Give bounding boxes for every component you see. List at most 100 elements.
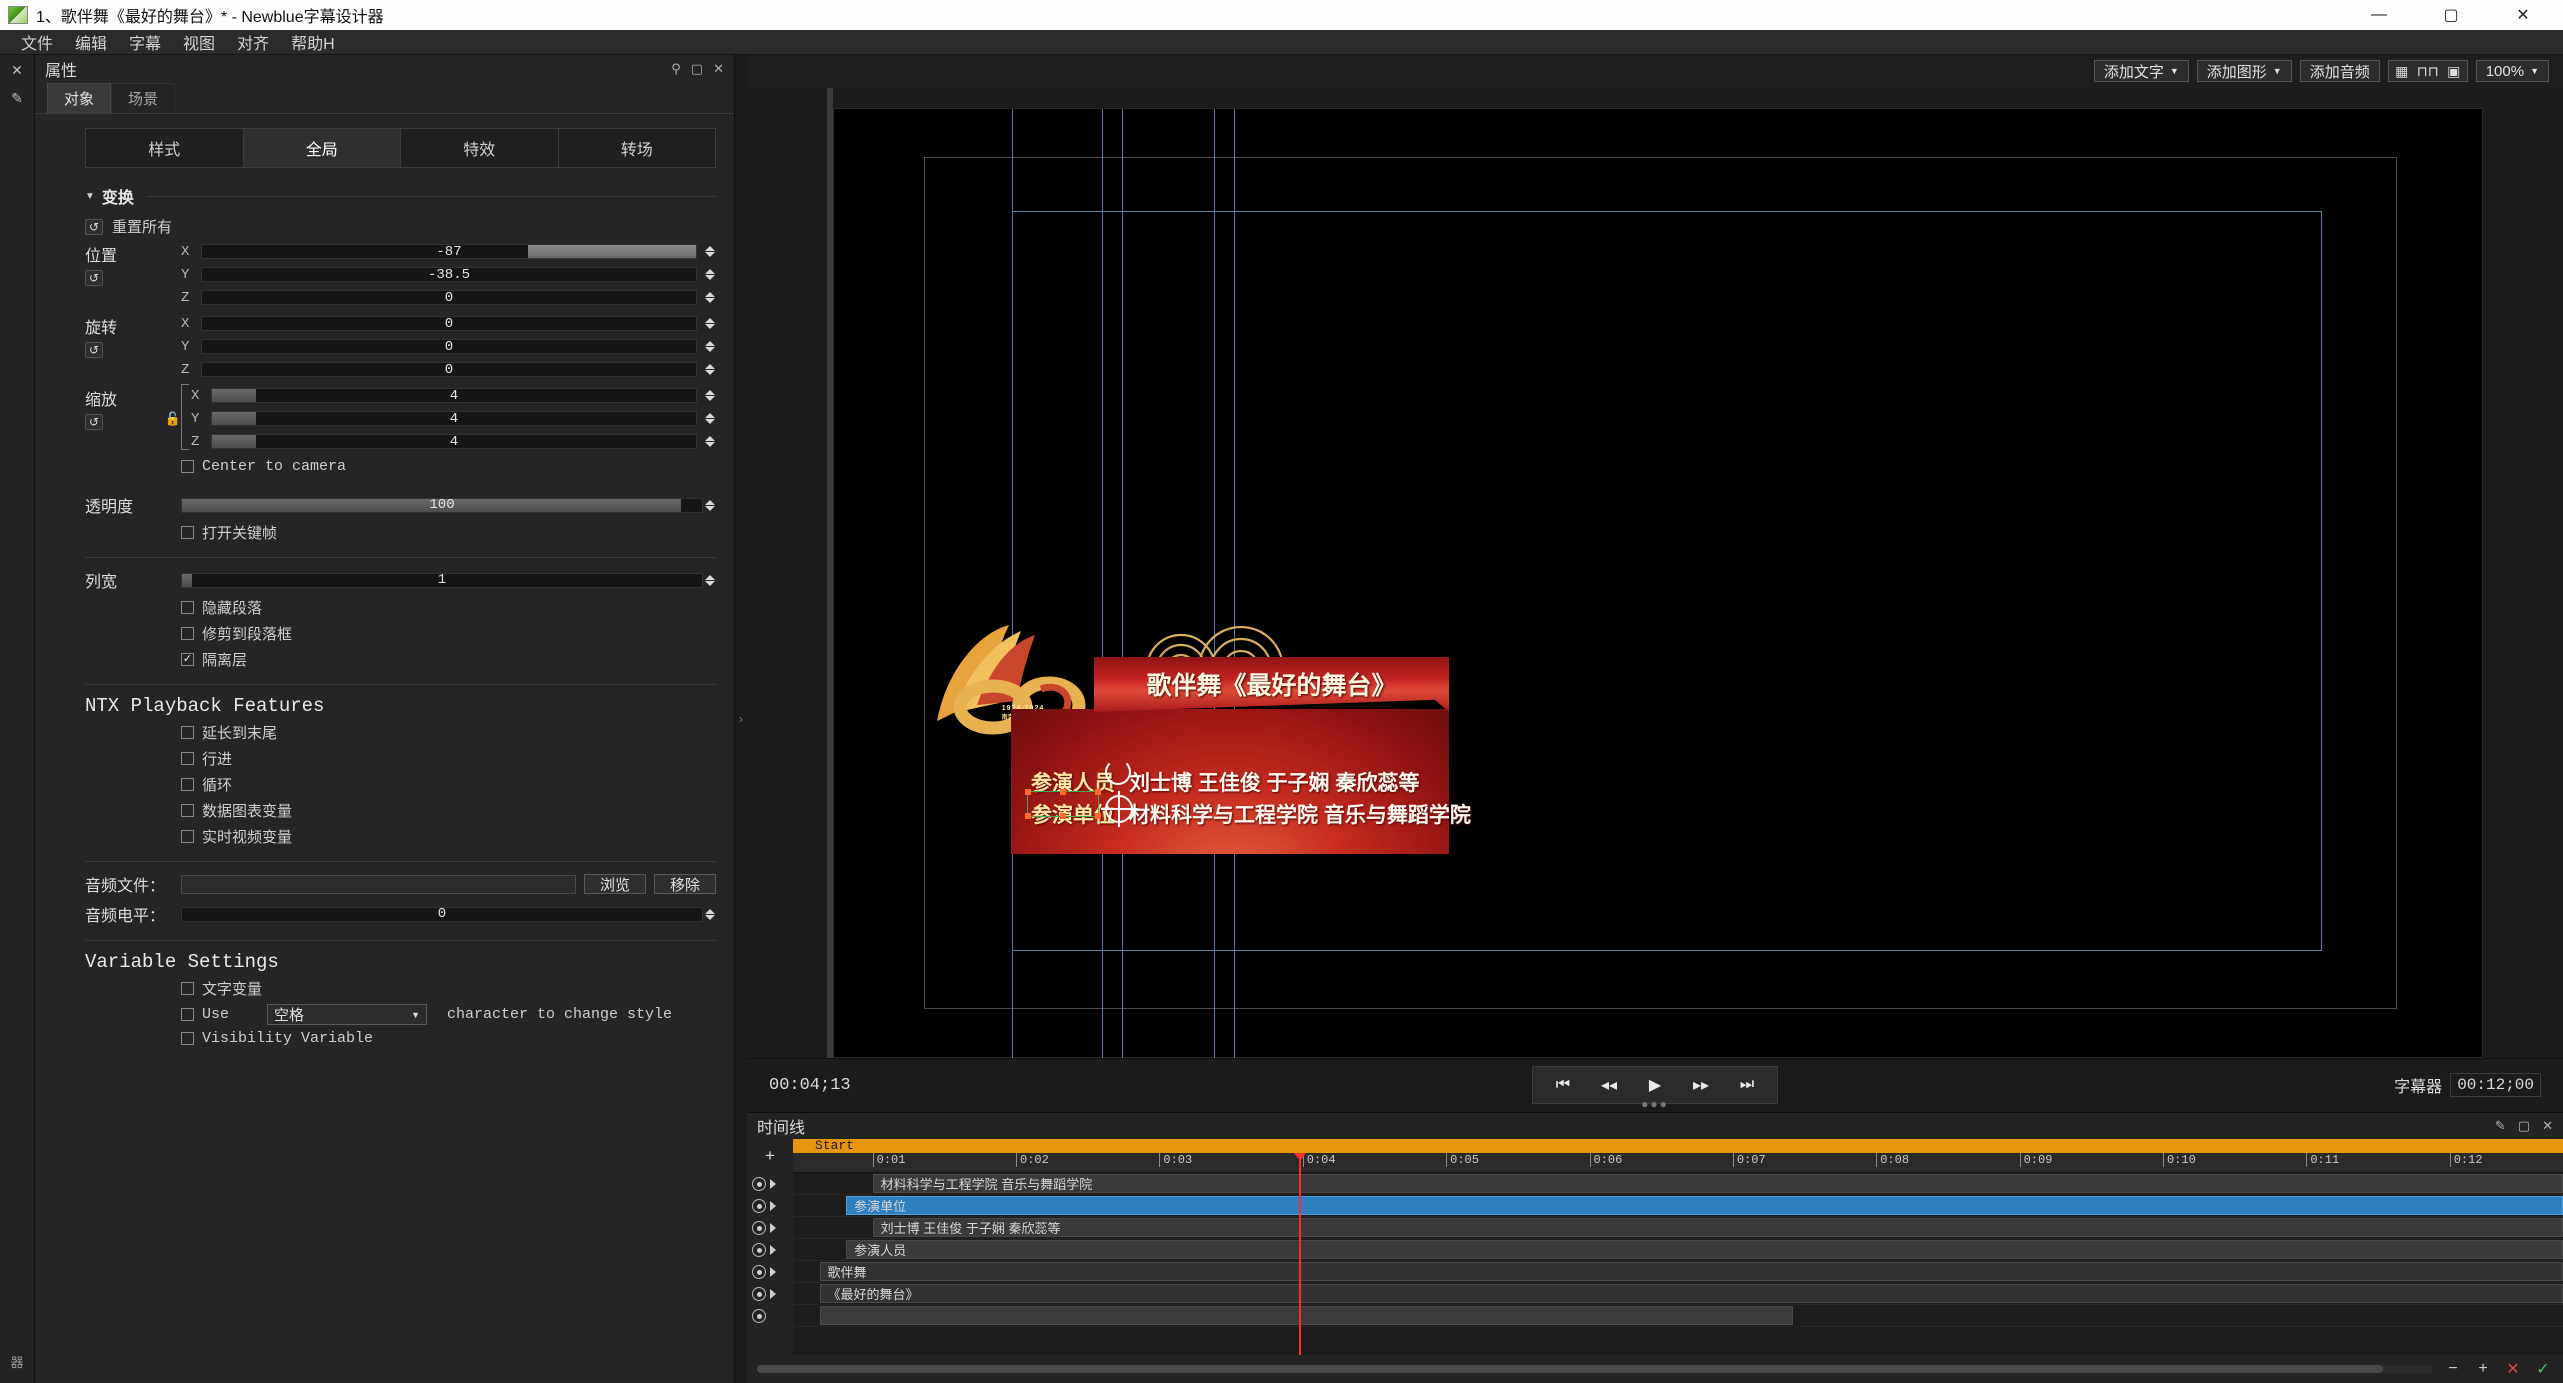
isolate-layer-row[interactable]: ✓ 隔离层 [85, 649, 716, 670]
column-width-stepper[interactable] [703, 574, 716, 586]
reset-all-row[interactable]: ↺ 重置所有 [85, 216, 716, 237]
hide-paragraph-row[interactable]: 隐藏段落 [85, 597, 716, 618]
table-row[interactable]: 刘士博 王佳俊 于子娴 秦欣蕊等 [793, 1217, 2563, 1240]
center-to-camera-row[interactable]: Center to camera [85, 458, 716, 475]
scale-y-slider[interactable]: 4 [211, 411, 697, 427]
duration-value[interactable]: 00:12;00 [2450, 1073, 2541, 1098]
ntx-datachart-checkbox[interactable] [181, 804, 194, 817]
clip-layer-1[interactable]: 材料科学与工程学院 音乐与舞蹈学院 [872, 1174, 2563, 1194]
panel-close-icon[interactable]: ✕ [713, 61, 724, 77]
rail-pin-icon[interactable]: ✎ [11, 91, 23, 105]
scale-x-stepper[interactable] [703, 390, 716, 401]
text-variable-row[interactable]: 文字变量 [85, 978, 716, 999]
table-row[interactable]: 参演人员 [793, 1239, 2563, 1262]
clip-layer-5[interactable]: 歌伴舞 [819, 1262, 2563, 1282]
ntx-march-checkbox[interactable] [181, 752, 194, 765]
add-shape-button[interactable]: 添加图形 ▼ [2196, 60, 2292, 83]
float-icon[interactable]: ▢ [691, 61, 703, 77]
lower-third-graphic[interactable]: 1974-2024 南京大学50周年 [929, 609, 1471, 859]
panel-splitter[interactable]: › [735, 55, 747, 1383]
rotation-y-slider[interactable]: 0 [201, 339, 697, 355]
clip-audio-track[interactable] [819, 1306, 1794, 1326]
start-marker-bar[interactable]: Start [793, 1138, 2563, 1154]
opacity-keyframe-checkbox[interactable] [181, 526, 194, 539]
ntx-loop-row[interactable]: 循环 [85, 774, 716, 795]
wave-icon[interactable]: ⊓⊓ [2415, 61, 2441, 81]
eye-icon[interactable] [752, 1221, 766, 1236]
scale-lock[interactable]: 🔓 [155, 384, 181, 453]
ntx-livevideo-checkbox[interactable] [181, 830, 194, 843]
column-width-slider[interactable]: 1 [181, 572, 703, 588]
eye-icon[interactable] [752, 1177, 766, 1192]
rotation-x-slider[interactable]: 0 [201, 316, 697, 332]
grid-icon[interactable]: ▦ [2389, 61, 2415, 81]
float-icon[interactable]: ▢ [2518, 1118, 2530, 1134]
scale-x-row[interactable]: X 4 [191, 384, 716, 407]
table-row[interactable]: 《最好的舞台》 [793, 1283, 2563, 1306]
delete-button[interactable]: ✕ [2503, 1359, 2523, 1379]
opacity-row[interactable]: 透明度 100 [85, 493, 716, 517]
segment-transition[interactable]: 转场 [558, 129, 715, 167]
reset-scale-icon[interactable]: ↺ [85, 414, 103, 430]
rotation-z-row[interactable]: Z 0 [181, 358, 716, 381]
tab-scene[interactable]: 场景 [111, 83, 176, 113]
ntx-extend-row[interactable]: 延长到末尾 [85, 722, 716, 743]
hide-paragraph-checkbox[interactable] [181, 601, 194, 614]
position-x-stepper[interactable] [703, 246, 716, 257]
menu-title[interactable]: 字幕 [118, 30, 172, 54]
layer-toggle-row[interactable] [747, 1239, 793, 1261]
isolate-layer-checkbox[interactable]: ✓ [181, 653, 194, 666]
opacity-keyframe-row[interactable]: 打开关键帧 [85, 522, 716, 543]
menu-align[interactable]: 对齐 [226, 30, 280, 54]
rotation-y-row[interactable]: Y 0 [181, 335, 716, 358]
position-y-row[interactable]: Y -38.5 [181, 263, 716, 286]
table-row[interactable]: 歌伴舞 [793, 1261, 2563, 1284]
rail-close-icon[interactable]: ✕ [11, 63, 23, 77]
timeline-ruler[interactable]: 0:01 0:02 0:03 0:04 0:05 0:06 0:07 0:08 … [793, 1153, 2563, 1174]
close-button[interactable]: ✕ [2487, 0, 2559, 30]
segment-global[interactable]: 全局 [243, 129, 401, 167]
selection-box[interactable] [1025, 788, 1101, 819]
add-layer-button[interactable]: + [747, 1139, 793, 1173]
expand-triangle-icon[interactable] [770, 1245, 776, 1256]
expand-triangle-icon[interactable] [770, 1289, 776, 1300]
ntx-datachart-row[interactable]: 数据图表变量 [85, 800, 716, 821]
eye-icon[interactable] [752, 1309, 766, 1324]
playhead[interactable] [1294, 1153, 1307, 1355]
visibility-variable-row[interactable]: Visibility Variable [85, 1030, 716, 1047]
layer-toggle-row[interactable] [747, 1283, 793, 1305]
opacity-slider[interactable]: 100 [181, 497, 703, 513]
expand-triangle-icon[interactable] [770, 1201, 776, 1212]
rotation-y-stepper[interactable] [703, 341, 716, 352]
use-variable-row[interactable]: Use 空格 ▼ character to change style [85, 1004, 716, 1025]
clip-layer-3[interactable]: 刘士博 王佳俊 于子娴 秦欣蕊等 [872, 1218, 2563, 1238]
expand-icon[interactable]: › [739, 712, 743, 726]
style-change-character-select[interactable]: 空格 ▼ [267, 1004, 428, 1025]
rotation-handle[interactable] [1105, 758, 1131, 785]
menu-edit[interactable]: 编辑 [64, 30, 118, 54]
table-row[interactable] [793, 1305, 2563, 1328]
layer-toggle-row[interactable] [747, 1173, 793, 1195]
wrench-icon[interactable]: ✎ [2495, 1118, 2506, 1134]
drag-handle-dots[interactable]: ●●● [1641, 1097, 1669, 1111]
reset-rotation-icon[interactable]: ↺ [85, 342, 103, 358]
audio-level-stepper[interactable] [703, 908, 716, 920]
table-row[interactable]: 参演单位 [793, 1195, 2563, 1218]
ntx-loop-checkbox[interactable] [181, 778, 194, 791]
expand-triangle-icon[interactable] [770, 1267, 776, 1278]
lock-icon[interactable]: 🔓 [165, 411, 181, 427]
ntx-extend-checkbox[interactable] [181, 726, 194, 739]
clip-layer-4[interactable]: 参演人员 [846, 1240, 2563, 1260]
add-text-button[interactable]: 添加文字 ▼ [2093, 60, 2189, 83]
audio-level-row[interactable]: 音频电平： 0 [85, 902, 716, 926]
remove-button[interactable]: 移除 [654, 874, 716, 894]
ntx-march-row[interactable]: 行进 [85, 748, 716, 769]
zoom-out-button[interactable]: − [2443, 1360, 2463, 1378]
opacity-stepper[interactable] [703, 499, 716, 511]
layer-toggle-row[interactable] [747, 1305, 793, 1327]
menu-help[interactable]: 帮助H [280, 30, 346, 54]
ntx-livevideo-row[interactable]: 实时视频变量 [85, 826, 716, 847]
clip-to-paragraph-row[interactable]: 修剪到段落框 [85, 623, 716, 644]
zoom-in-button[interactable]: + [2473, 1360, 2493, 1378]
maximize-button[interactable]: ▢ [2415, 0, 2487, 30]
